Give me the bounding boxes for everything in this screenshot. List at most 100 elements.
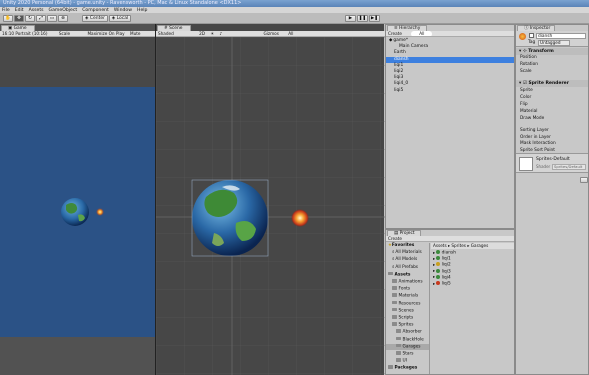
enabled-checkbox-icon[interactable]: ☑: [523, 81, 527, 86]
sprite-renderer-field-row[interactable]: Draw Mode: [516, 116, 588, 123]
hierarchy-item[interactable]: liqi2: [386, 69, 514, 75]
shader-label: Shader: [536, 164, 551, 169]
folder-icon: [392, 286, 397, 290]
project-file-label: liqi5: [441, 281, 451, 287]
game-panel: ▣ Game 16:10 Portrait (10:16) Scale Maxi…: [0, 24, 155, 375]
game-letterbox-top: [0, 37, 155, 87]
rotate-tool-button[interactable]: ↻: [25, 15, 35, 22]
project-breadcrumb[interactable]: Assets ▸ Sprites ▸ Garages: [431, 243, 514, 249]
folder-icon: [392, 279, 397, 283]
project-tree-item[interactable]: ⌕All Prefabs: [386, 265, 429, 272]
hierarchy-item[interactable]: liqi1: [386, 63, 514, 69]
rect-tool-button[interactable]: ▭: [47, 15, 57, 22]
hierarchy-item-label: diansh: [394, 56, 409, 62]
earth-small[interactable]: [61, 198, 89, 226]
project-file-label: diansh: [441, 250, 456, 256]
active-checkbox[interactable]: [529, 33, 534, 38]
project-tree-item[interactable]: Resources: [386, 300, 429, 308]
project-tree-item[interactable]: Absorber: [386, 329, 429, 336]
hierarchy-item[interactable]: liqi5: [386, 88, 514, 94]
main-toolbar: ✋ ✥ ↻ ⤢ ▭ ⊕ ◈ Center ◈ Local ▶ ❚❚ ▶❚: [0, 13, 589, 24]
sprite-icon: [436, 262, 441, 267]
hand-tool-button[interactable]: ✋: [3, 15, 13, 22]
project-tree-item[interactable]: ⌕All Materials: [386, 250, 429, 257]
unity-scene-icon: ◆: [389, 38, 393, 43]
foldout-arrow-icon[interactable]: ▸: [433, 251, 435, 256]
sprite-renderer-field-row[interactable]: Flip: [516, 102, 588, 109]
scale-tool-button[interactable]: ⤢: [36, 15, 46, 22]
gameobject-name-field[interactable]: diansh: [536, 32, 586, 39]
transform-tool-button[interactable]: ⊕: [58, 15, 68, 22]
folder-icon: [396, 358, 401, 362]
hierarchy-item[interactable]: diansh: [386, 56, 514, 63]
shader-dropdown[interactable]: Sprites/Default: [552, 164, 586, 170]
hierarchy-search-field[interactable]: All: [411, 31, 433, 36]
hierarchy-item[interactable]: Earth: [386, 50, 514, 56]
scene-viewport[interactable]: [156, 37, 385, 375]
folder-icon: [392, 322, 397, 326]
foldout-arrow-icon[interactable]: ▸: [433, 275, 435, 280]
project-tree-item[interactable]: Materials: [386, 293, 429, 300]
project-tree-item[interactable]: Assets: [386, 271, 429, 279]
play-button[interactable]: ▶: [345, 15, 356, 22]
project-tree-item[interactable]: Scenes: [386, 307, 429, 315]
scene-grid: [156, 37, 385, 375]
project-tree-item[interactable]: ⌕All Models: [386, 257, 429, 264]
transform-component-header[interactable]: ▾ ⊹ Transform: [516, 48, 588, 55]
sprite-renderer-field-label: Flip: [520, 102, 528, 107]
material-preview: Sprites-Default Shader Sprites/Default: [516, 153, 588, 173]
project-tree-item[interactable]: Fonts: [386, 286, 429, 293]
tag-dropdown[interactable]: Untagged: [538, 40, 570, 46]
project-create-button[interactable]: Create: [386, 236, 404, 241]
project-tree-item[interactable]: ★Favorites: [386, 243, 429, 250]
hierarchy-create-button[interactable]: Create: [386, 31, 404, 36]
add-component-button[interactable]: [580, 177, 588, 183]
project-tree-label: BlackHole: [402, 336, 424, 342]
inspector-header: diansh Tag Untagged: [516, 31, 588, 47]
rotate-icon: ↻: [28, 16, 32, 21]
pivot-local-button[interactable]: ◈ Local: [109, 15, 131, 22]
project-tree-item[interactable]: Stars: [386, 351, 429, 358]
move-tool-button[interactable]: ✥: [14, 15, 24, 22]
transform-icon-small: ⊹: [522, 49, 527, 54]
sprite-renderer-field-row[interactable]: Material: [516, 109, 588, 116]
project-tree-item[interactable]: Scripts: [386, 315, 429, 322]
move-icon: ✥: [17, 16, 21, 21]
project-tree-item[interactable]: Sprites: [386, 322, 429, 329]
foldout-arrow-icon[interactable]: ▸: [433, 269, 435, 274]
hierarchy-item[interactable]: liqi4_0: [386, 81, 514, 87]
project-tree-item[interactable]: Packages: [386, 365, 429, 372]
project-tree-item[interactable]: Garages: [386, 343, 429, 351]
step-button[interactable]: ▶❚: [369, 15, 380, 22]
project-tree-item[interactable]: Animations: [386, 279, 429, 286]
transform-field-row[interactable]: Scale: [516, 69, 588, 76]
pause-button[interactable]: ❚❚: [357, 15, 368, 22]
project-tree-label: All Prefabs: [395, 264, 419, 270]
sprite-icon: [436, 274, 441, 279]
sprite-renderer-field-row[interactable]: Sprite: [516, 88, 588, 95]
sprite-renderer-component-header[interactable]: ▾ ☑ Sprite Renderer: [516, 80, 588, 87]
sprite-renderer-field-label: Material: [520, 109, 538, 114]
earth-sprite[interactable]: [192, 180, 268, 256]
foldout-arrow-icon[interactable]: ▸: [433, 282, 435, 287]
material-name: Sprites-Default: [536, 157, 570, 162]
project-panel: ▤ Project Create ★Favorites ⌕All Material…: [385, 229, 515, 375]
local-label: Local: [116, 16, 129, 21]
project-tree-item[interactable]: UI: [386, 358, 429, 365]
hierarchy-item-label: liqi4_0: [394, 81, 409, 87]
game-viewport[interactable]: [0, 87, 155, 337]
pivot-center-button[interactable]: ◈ Center: [82, 15, 108, 22]
project-file-label: liqi2: [441, 262, 451, 268]
project-file-item[interactable]: ▸ liqi5: [431, 281, 514, 288]
fireball-small[interactable]: [96, 208, 104, 216]
window-title: Unity 2020 Personal (64bit) - game.unity…: [0, 0, 589, 7]
hierarchy-item-label: game*: [393, 38, 409, 43]
sprite-renderer-field-row[interactable]: Color: [516, 95, 588, 102]
transform-field-row[interactable]: Position: [516, 55, 588, 62]
gameobject-icon: [519, 33, 526, 40]
foldout-arrow-icon[interactable]: ▸: [433, 257, 435, 262]
fireball-sprite[interactable]: [291, 209, 309, 227]
project-tree-item[interactable]: BlackHole: [386, 336, 429, 344]
foldout-arrow-icon[interactable]: ▸: [433, 263, 435, 268]
transform-field-row[interactable]: Rotation: [516, 62, 588, 69]
